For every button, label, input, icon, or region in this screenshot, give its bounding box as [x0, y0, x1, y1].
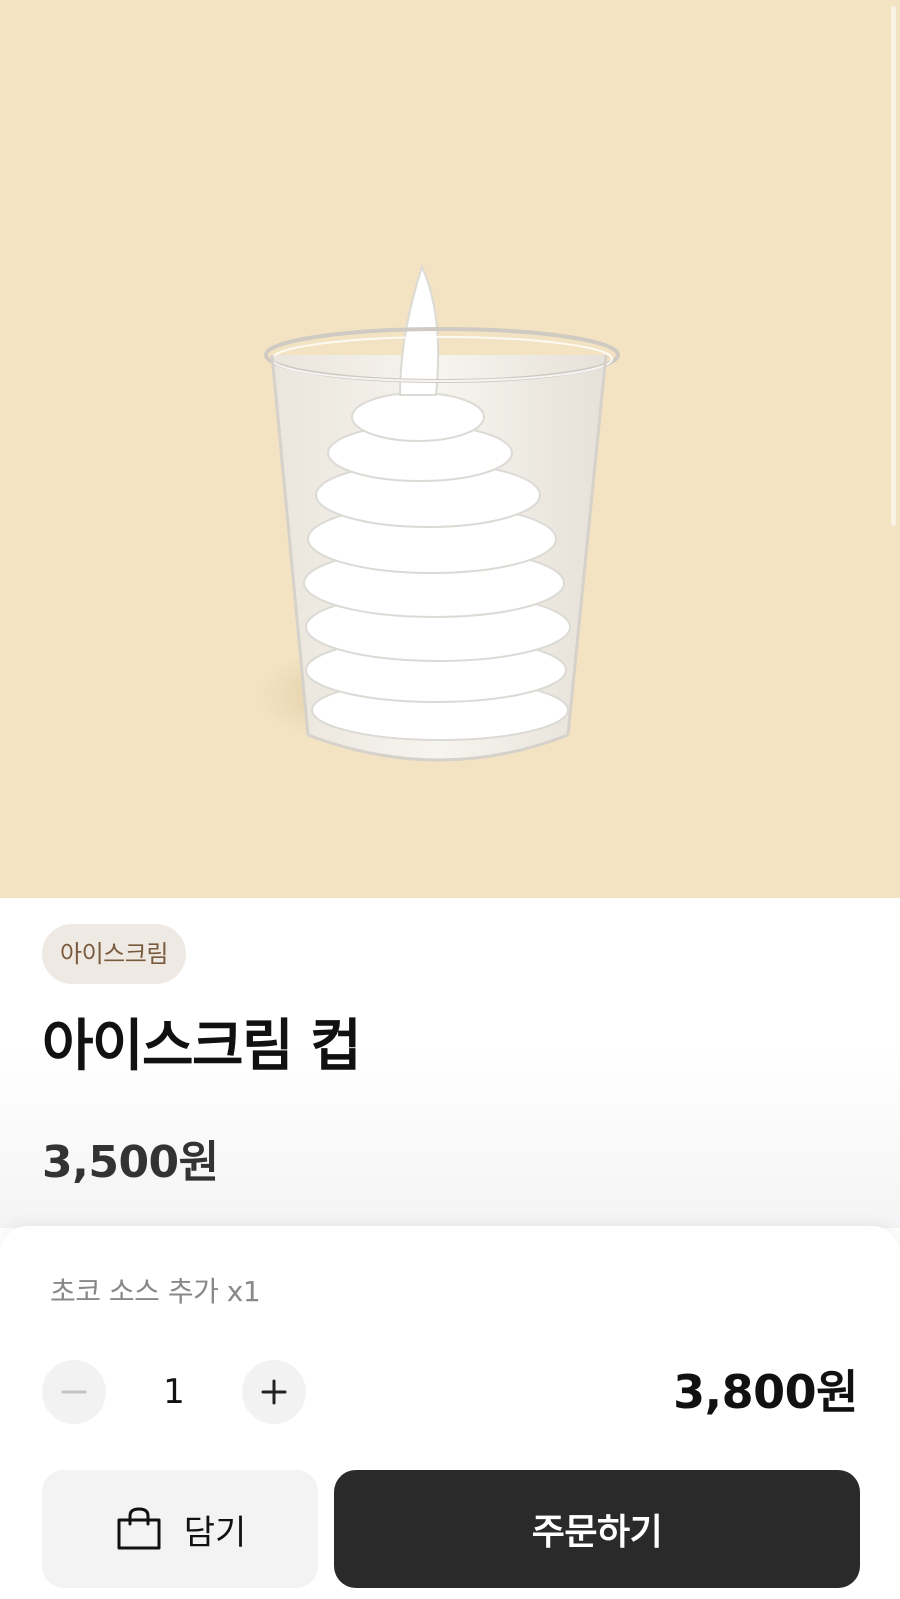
- quantity-value: 1: [163, 1372, 185, 1412]
- shopping-bag-icon: [117, 1507, 161, 1550]
- scrollbar[interactable]: [891, 6, 896, 526]
- quantity-increase-button[interactable]: [242, 1360, 306, 1424]
- product-detail-page: 아이스크림 아이스크림 컵 3,500원 초코 소스 추가 x1 1 3,800…: [0, 0, 900, 1599]
- plus-icon: [261, 1379, 287, 1405]
- add-to-cart-button[interactable]: 담기: [42, 1470, 318, 1588]
- add-to-cart-label: 담기: [183, 1512, 247, 1553]
- total-price: 3,800원: [673, 1365, 858, 1419]
- option-summary: 초코 소스 추가 x1: [50, 1275, 261, 1308]
- product-info: 아이스크림 아이스크림 컵 3,500원: [0, 898, 900, 1228]
- category-chip[interactable]: 아이스크림: [42, 924, 186, 984]
- order-bottom-sheet: 초코 소스 추가 x1 1 3,800원 담기 주문하기: [0, 1226, 900, 1599]
- order-now-button[interactable]: 주문하기: [334, 1470, 860, 1588]
- product-image: [255, 264, 620, 762]
- quantity-decrease-button[interactable]: [42, 1360, 106, 1424]
- product-title: 아이스크림 컵: [42, 1014, 362, 1079]
- order-now-label: 주문하기: [531, 1512, 663, 1553]
- product-hero: [0, 0, 900, 898]
- minus-icon: [61, 1390, 87, 1394]
- product-price: 3,500원: [42, 1137, 219, 1188]
